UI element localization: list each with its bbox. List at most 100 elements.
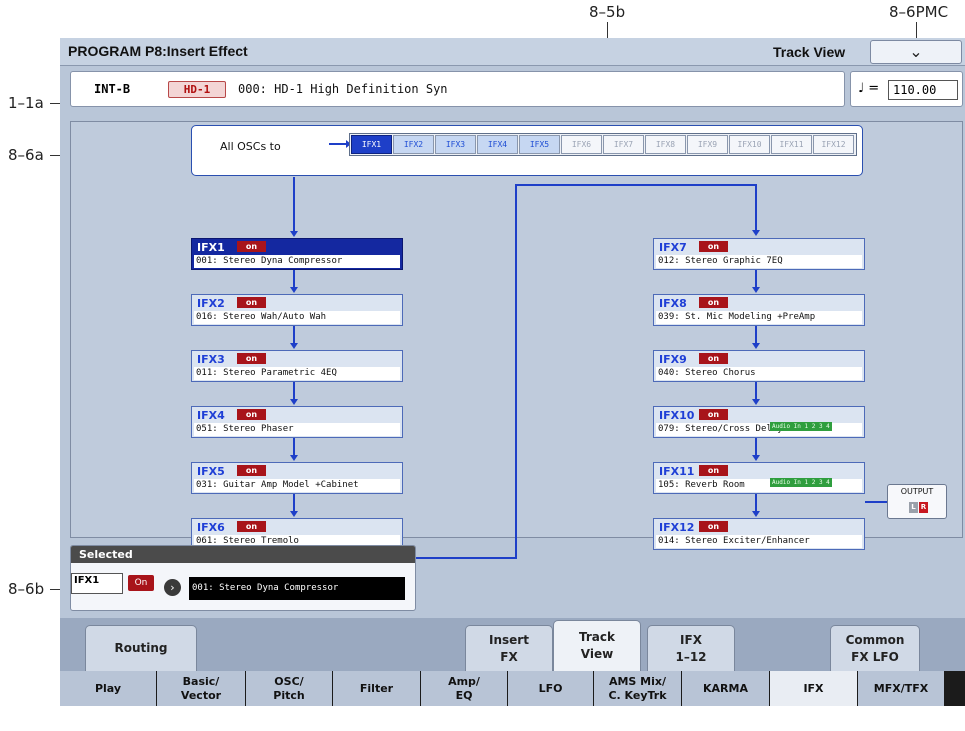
ifx-dest-button-5[interactable]: IFX5	[519, 135, 560, 154]
page-tab-osc-pitch[interactable]: OSC/ Pitch	[246, 671, 333, 706]
tempo-box: ♩ = 110.00	[850, 71, 963, 107]
wire-left-1	[293, 270, 295, 288]
arrow-down-icon	[752, 455, 760, 461]
ifx-slot-5[interactable]: IFX5 on 031: Guitar Amp Model +Cabinet	[191, 462, 403, 494]
selected-effect-field[interactable]: 001: Stereo Dyna Compressor	[189, 577, 405, 600]
ifx-slot-label: IFX2	[197, 297, 225, 310]
tab-routing[interactable]: Routing	[85, 625, 197, 671]
ifx-dest-button-11[interactable]: IFX11	[771, 135, 812, 154]
wire-oscs-ifx1	[293, 177, 295, 233]
page-tab-amp-eq[interactable]: Amp/ EQ	[421, 671, 508, 706]
ifx-on-indicator[interactable]: on	[237, 465, 266, 476]
ifx-effect-name: 016: Stereo Wah/Auto Wah	[194, 311, 400, 324]
ifx-slot-9[interactable]: IFX9 on 040: Stereo Chorus	[653, 350, 865, 382]
page-tab-karma[interactable]: KARMA	[682, 671, 770, 706]
output-button[interactable]: OUTPUT L R	[887, 484, 947, 519]
ifx-slot-label: IFX12	[659, 521, 695, 534]
ifx-slot-10[interactable]: IFX10 on 079: Stereo/Cross Delay	[653, 406, 865, 438]
tab-insert-fx[interactable]: Insert FX	[465, 625, 553, 671]
ifx-slot-4[interactable]: IFX4 on 051: Stereo Phaser	[191, 406, 403, 438]
ifx-on-indicator[interactable]: on	[237, 241, 266, 252]
ifx-slot-12[interactable]: IFX12 on 014: Stereo Exciter/Enhancer	[653, 518, 865, 550]
ifx-on-indicator[interactable]: on	[699, 521, 728, 532]
ifx-slot-1[interactable]: IFX1 on 001: Stereo Dyna Compressor	[191, 238, 403, 270]
page-menu-button[interactable]: ⌄	[870, 40, 962, 64]
program-select-bar[interactable]: INT-B HD-1 000: HD-1 High Definition Syn	[70, 71, 845, 107]
ifx-slot-label: IFX7	[659, 241, 687, 254]
ifx-on-indicator[interactable]: on	[699, 297, 728, 308]
program-name[interactable]: 000: HD-1 High Definition Syn	[238, 82, 448, 96]
output-l-indicator: L	[909, 502, 918, 513]
page-tab-ifx[interactable]: IFX	[770, 671, 858, 706]
arrow-down-icon	[290, 511, 298, 517]
selected-header: Selected	[71, 546, 415, 563]
callout-8-6pmc: 8–6PMC	[889, 3, 949, 21]
quarter-note-icon: ♩ =	[858, 81, 880, 96]
program-screen: PROGRAM P8:Insert Effect Track View ⌄ IN…	[60, 38, 965, 706]
ifx-slot-label: IFX3	[197, 353, 225, 366]
all-oscs-routing: All OSCs to IFX1 IFX2 IFX3 IFX4 IFX5 IFX6 IFX7…	[191, 125, 863, 176]
ifx-on-indicator[interactable]: on	[237, 409, 266, 420]
ifx-slot-7[interactable]: IFX7 on 012: Stereo Graphic 7EQ	[653, 238, 865, 270]
tab-track-view[interactable]: Track View	[553, 620, 641, 671]
wire-to-output	[865, 501, 887, 503]
selected-ifx-field[interactable]: IFX1	[71, 573, 123, 594]
ifx-slot-3[interactable]: IFX3 on 011: Stereo Parametric 4EQ	[191, 350, 403, 382]
chevron-right-icon[interactable]: ›	[164, 579, 181, 596]
ifx-slot-label: IFX10	[659, 409, 695, 422]
arrow-down-icon	[752, 399, 760, 405]
page-tab-play[interactable]: Play	[60, 671, 157, 706]
ifx-dest-button-7[interactable]: IFX7	[603, 135, 644, 154]
ifx-on-indicator[interactable]: on	[699, 353, 728, 364]
ifx-effect-name: 001: Stereo Dyna Compressor	[194, 255, 400, 268]
ifx-on-indicator[interactable]: on	[699, 241, 728, 252]
ifx-dest-button-2[interactable]: IFX2	[393, 135, 434, 154]
ifx-slot-label: IFX4	[197, 409, 225, 422]
ifx-slot-11[interactable]: IFX11 on 105: Reverb Room	[653, 462, 865, 494]
ifx-slot-label: IFX6	[197, 521, 225, 534]
ifx-dest-button-9[interactable]: IFX9	[687, 135, 728, 154]
page-tab-ams-mix-c-keytrk[interactable]: AMS Mix/ C. KeyTrk	[594, 671, 682, 706]
ifx-on-indicator[interactable]: on	[237, 353, 266, 364]
ifx-effect-name: 051: Stereo Phaser	[194, 423, 400, 436]
ifx-destination-buttons: IFX1 IFX2 IFX3 IFX4 IFX5 IFX6 IFX7 IFX8 IFX9 IFX1…	[349, 133, 857, 156]
ifx-on-indicator[interactable]: on	[699, 409, 728, 420]
ifx-dest-button-6[interactable]: IFX6	[561, 135, 602, 154]
ifx-slot-2[interactable]: IFX2 on 016: Stereo Wah/Auto Wah	[191, 294, 403, 326]
audio-in-indicator-ifx12: Audio In 1 2 3 4	[770, 478, 832, 487]
wire-right-3	[755, 382, 757, 400]
wire-to-ifx7	[755, 184, 757, 232]
page-label: Track View	[773, 44, 846, 60]
wire-left-2	[293, 326, 295, 344]
page-tab-mfx-tfx[interactable]: MFX/TFX	[858, 671, 945, 706]
ifx-slot-label: IFX8	[659, 297, 687, 310]
selected-on-button[interactable]: On	[128, 575, 154, 591]
ifx-on-indicator[interactable]: on	[237, 521, 266, 532]
ifx-dest-button-3[interactable]: IFX3	[435, 135, 476, 154]
ifx-on-indicator[interactable]: on	[699, 465, 728, 476]
tab-common-fx-lfo[interactable]: Common FX LFO	[830, 625, 920, 671]
title-bar: PROGRAM P8:Insert Effect Track View ⌄	[60, 38, 965, 66]
callout-8-6b: 8–6b	[8, 580, 45, 598]
arrow-down-icon	[290, 455, 298, 461]
tab-ifx-1-12[interactable]: IFX 1–12	[647, 625, 735, 671]
ifx-dest-button-1[interactable]: IFX1	[351, 135, 392, 154]
wire-cross-up	[515, 184, 517, 559]
ifx-slot-label: IFX9	[659, 353, 687, 366]
page-tab-lfo[interactable]: LFO	[508, 671, 594, 706]
page-tab-filter[interactable]: Filter	[333, 671, 421, 706]
ifx-dest-button-8[interactable]: IFX8	[645, 135, 686, 154]
arrow-right-icon	[329, 140, 351, 148]
page-tab-basic-vector[interactable]: Basic/ Vector	[157, 671, 246, 706]
ifx-dest-button-4[interactable]: IFX4	[477, 135, 518, 154]
ifx-dest-button-10[interactable]: IFX10	[729, 135, 770, 154]
output-label: OUTPUT	[900, 487, 934, 496]
ifx-dest-button-12[interactable]: IFX12	[813, 135, 854, 154]
arrow-down-icon	[752, 287, 760, 293]
ifx-on-indicator[interactable]: on	[237, 297, 266, 308]
arrow-down-icon	[290, 343, 298, 349]
manual-figure: 8–5b 8–6PMC 1–1a 8–6a 8–6b PROGRAM P8:In…	[0, 0, 965, 731]
ifx-effect-name: 014: Stereo Exciter/Enhancer	[656, 535, 862, 548]
ifx-slot-8[interactable]: IFX8 on 039: St. Mic Modeling +PreAmp	[653, 294, 865, 326]
tempo-field[interactable]: 110.00	[888, 80, 958, 100]
